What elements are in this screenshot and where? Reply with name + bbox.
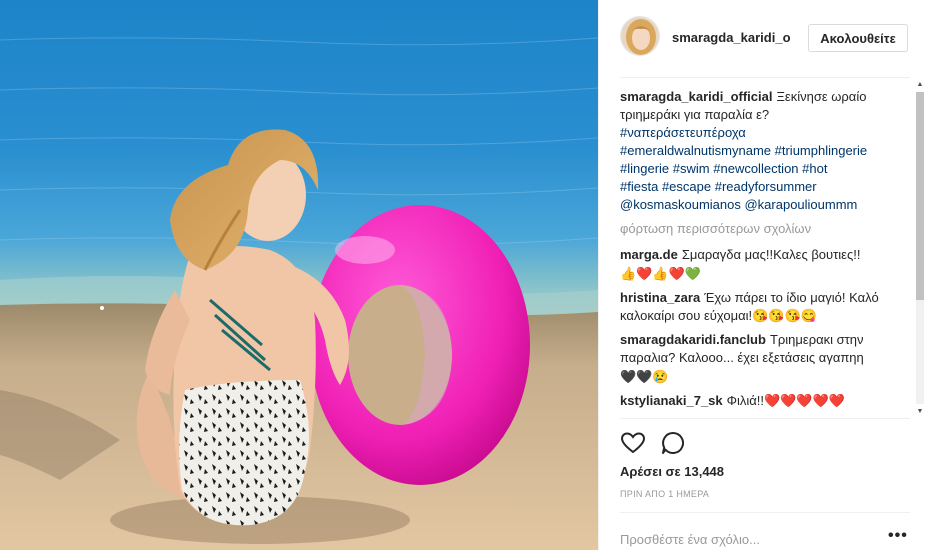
- scroll-up-arrow-icon[interactable]: ▲: [916, 80, 924, 90]
- comment-item: smaragdakaridi.fanclub Τριημερακι στην πα…: [620, 331, 902, 386]
- comment-username[interactable]: kstylianaki_7_sk: [620, 393, 723, 408]
- add-comment-input[interactable]: [620, 530, 880, 548]
- comment-emoji: 😘😘😘😋: [752, 308, 817, 324]
- more-options-icon[interactable]: •••: [888, 528, 908, 544]
- hashtag[interactable]: #escape: [662, 179, 711, 194]
- avatar[interactable]: [620, 16, 660, 56]
- post-modal: smaragda_karidi_o Ακολουθείτε smaragda_k…: [0, 0, 928, 550]
- hashtag[interactable]: #newcollection: [713, 161, 798, 176]
- actions-divider: [620, 418, 910, 419]
- hashtag[interactable]: #ναπεράσετευπέροχα: [620, 125, 746, 140]
- comment-username[interactable]: marga.de: [620, 247, 678, 262]
- comments-list: smaragda_karidi_official Ξεκίνησε ωραίο τ…: [620, 88, 902, 418]
- comment-item: marga.de Σμαραγδα μας!!Καλες βουτιες!! 👍❤…: [620, 246, 902, 283]
- scroll-down-arrow-icon[interactable]: ▼: [916, 407, 924, 417]
- hashtag[interactable]: #readyforsummer: [715, 179, 817, 194]
- comment-username[interactable]: hristina_zara: [620, 290, 700, 305]
- scrollbar-thumb[interactable]: [916, 92, 924, 300]
- mention[interactable]: @kosmaskoumianos: [620, 197, 741, 212]
- hashtag[interactable]: #hot: [802, 161, 827, 176]
- caption-username[interactable]: smaragda_karidi_official: [620, 89, 772, 104]
- comment-bubble-icon[interactable]: [660, 430, 686, 456]
- comment-emoji: 🖤🖤😢: [620, 368, 669, 384]
- comment-text: Σμαραγδα μας!!Καλες βουτιες!!: [681, 247, 861, 262]
- post-timestamp[interactable]: ΠΡΙΝ ΑΠΟ 1 ΗΜΕΡΑ: [620, 489, 709, 499]
- hashtag[interactable]: #fiesta: [620, 179, 658, 194]
- comment-emoji: 👍❤️👍❤️💚: [620, 265, 701, 281]
- caption: smaragda_karidi_official Ξεκίνησε ωραίο τ…: [620, 88, 902, 214]
- load-more-comments-link[interactable]: φόρτωση περισσότερων σχολίων: [620, 220, 902, 238]
- mention[interactable]: @karapoulioummm: [744, 197, 857, 212]
- avatar-image: [621, 17, 659, 55]
- likes-count[interactable]: Αρέσει σε 13,448: [620, 464, 724, 479]
- hashtag[interactable]: #triumphlingerie: [775, 143, 868, 158]
- header-divider: [620, 77, 910, 78]
- comment-item: kstylianaki_7_sk Φιλιά!!❤️❤️❤️❤️❤️: [620, 392, 902, 411]
- post-header: smaragda_karidi_o Ακολουθείτε: [620, 14, 910, 64]
- hashtag[interactable]: #lingerie: [620, 161, 669, 176]
- comment-item: hristina_zara Έχω πάρει το ίδιο μαγιό! Κα…: [620, 289, 902, 326]
- comment-text: Φιλιά!!: [726, 392, 765, 408]
- hashtag[interactable]: #emeraldwalnutismyname: [620, 143, 771, 158]
- hashtag[interactable]: #swim: [673, 161, 710, 176]
- following-button[interactable]: Ακολουθείτε: [808, 24, 908, 52]
- comment-emoji: ❤️❤️❤️❤️❤️: [764, 393, 845, 409]
- comments-scrollbar[interactable]: ▲ ▼: [914, 80, 924, 417]
- post-author-username[interactable]: smaragda_karidi_o: [672, 30, 791, 45]
- post-photo[interactable]: [0, 0, 598, 550]
- beach-photo-illustration: [0, 0, 598, 550]
- comment-username[interactable]: smaragdakaridi.fanclub: [620, 332, 766, 347]
- heart-icon[interactable]: [620, 430, 646, 456]
- comment-input-divider: [620, 512, 910, 513]
